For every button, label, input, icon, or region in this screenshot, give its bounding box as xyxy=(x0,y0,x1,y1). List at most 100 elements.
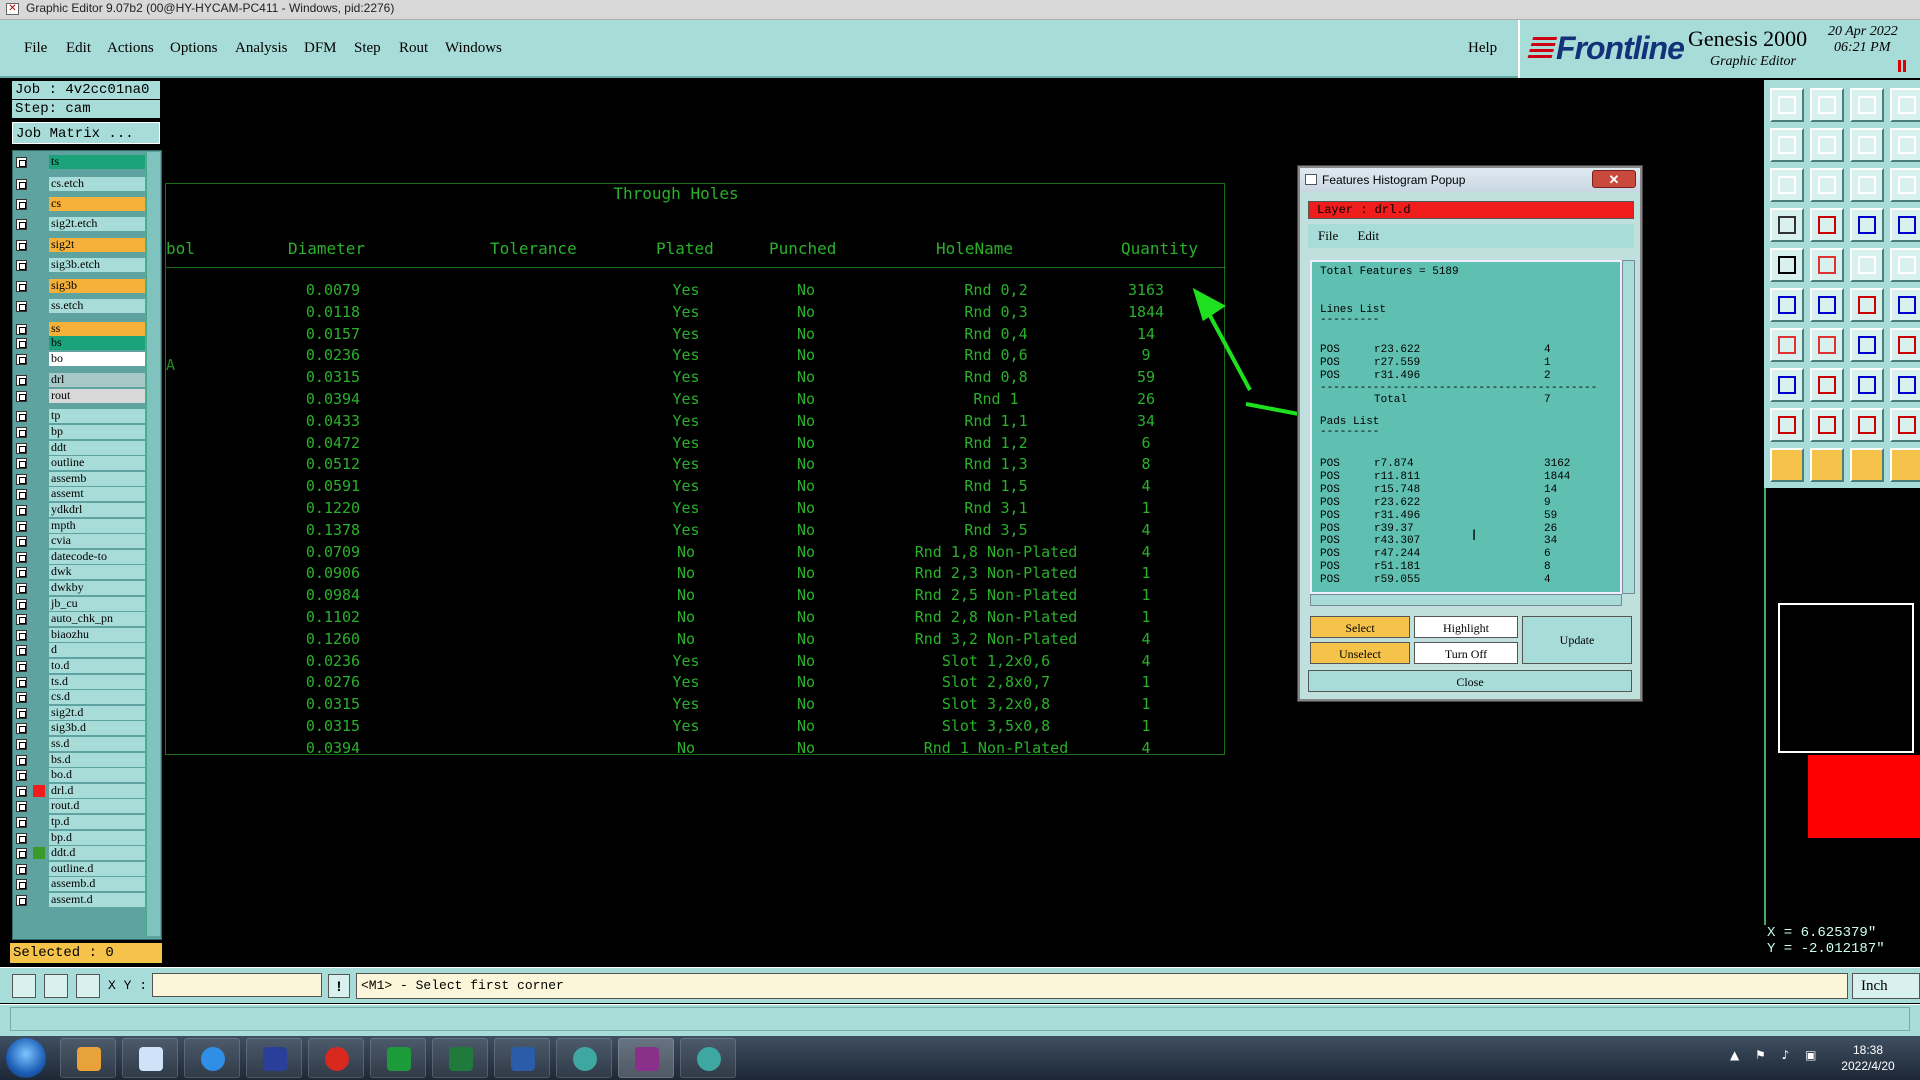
taskbar-app-messenger-icon[interactable] xyxy=(184,1038,240,1078)
tool-net-icon[interactable] xyxy=(1890,288,1920,322)
tool-pointer2-icon[interactable] xyxy=(1810,448,1844,482)
tool-pointer4-icon[interactable] xyxy=(1890,448,1920,482)
tool-glyph-icon xyxy=(1858,376,1876,394)
tool-icon-a[interactable] xyxy=(1770,88,1804,122)
taskbar-app-red-icon[interactable] xyxy=(308,1038,364,1078)
tool-icon-d[interactable] xyxy=(1890,88,1920,122)
tool-glyph-icon xyxy=(1778,96,1796,114)
histogram-vertical-scrollbar[interactable] xyxy=(1622,260,1635,594)
tool-glyph-icon xyxy=(1898,216,1916,234)
tool-pointer-icon[interactable] xyxy=(1770,448,1804,482)
tool-group-icon[interactable] xyxy=(1890,368,1920,402)
tool-node-icon[interactable] xyxy=(1770,288,1804,322)
select-button[interactable]: Select xyxy=(1310,616,1410,638)
arrow-to-table-line xyxy=(1206,311,1252,391)
tool-glyph-icon xyxy=(1898,416,1916,434)
popup-close-x-button[interactable]: ✕ xyxy=(1592,170,1636,188)
tool-dot-icon[interactable] xyxy=(1890,248,1920,282)
tool-camera-icon[interactable] xyxy=(1770,248,1804,282)
unselect-button[interactable]: Unselect xyxy=(1310,642,1410,664)
tool-snap-icon[interactable] xyxy=(1850,208,1884,242)
turn-off-button[interactable]: Turn Off xyxy=(1414,642,1518,664)
popup-menu-file[interactable]: File xyxy=(1318,228,1338,243)
tool-ruler-icon[interactable] xyxy=(1850,248,1884,282)
taskbar-app-excel-icon[interactable] xyxy=(432,1038,488,1078)
tool-pin-icon[interactable] xyxy=(1810,208,1844,242)
xy-input[interactable] xyxy=(152,973,322,997)
tool-icon-b[interactable] xyxy=(1810,88,1844,122)
tool-glyph-icon xyxy=(1778,416,1796,434)
taskbar-app-eye-icon[interactable] xyxy=(556,1038,612,1078)
tool-triangle-icon[interactable] xyxy=(1770,408,1804,442)
tool-cross-icon[interactable] xyxy=(1810,288,1844,322)
taskbar-app-save-icon[interactable] xyxy=(246,1038,302,1078)
taskbar-clock[interactable]: 18:38 2022/4/20 xyxy=(1820,1042,1916,1074)
taskbar-app-shell-icon[interactable] xyxy=(60,1038,116,1078)
line-entry: r23.622 xyxy=(1374,344,1421,356)
tool-line-icon[interactable] xyxy=(1810,368,1844,402)
tool-a-icon[interactable] xyxy=(1810,408,1844,442)
pad-entry: 9 xyxy=(1544,496,1551,509)
tool-help-icon[interactable] xyxy=(1890,168,1920,202)
start-button-icon[interactable] xyxy=(6,1038,46,1078)
features-histogram-popup: Features Histogram Popup ✕ Layer : drl.d… xyxy=(1298,166,1642,701)
tool-scale-icon[interactable] xyxy=(1850,168,1884,202)
xy-label: X Y : xyxy=(108,978,148,993)
pad-entry: POS xyxy=(1320,522,1340,535)
taskbar-app-notepad-icon[interactable] xyxy=(122,1038,178,1078)
execute-button[interactable]: ! xyxy=(328,974,350,998)
tool-align-icon[interactable] xyxy=(1850,368,1884,402)
tool-grid-icon[interactable] xyxy=(1890,208,1920,242)
lines-total-label: Total xyxy=(1374,394,1408,406)
units-selector[interactable]: Inch xyxy=(1852,973,1920,999)
update-button[interactable]: Update xyxy=(1522,616,1632,664)
tool-icon-c[interactable] xyxy=(1850,88,1884,122)
highlight-button[interactable]: Highlight xyxy=(1414,616,1518,638)
pad-entry: POS xyxy=(1320,470,1340,483)
tool-fit-icon[interactable] xyxy=(1770,168,1804,202)
close-button[interactable]: Close xyxy=(1308,670,1632,692)
taskbar-app-word-icon[interactable] xyxy=(494,1038,550,1078)
tool-eye-icon[interactable] xyxy=(1770,208,1804,242)
grid-tool-icon[interactable] xyxy=(76,974,100,998)
taskbar-app-eye2-icon[interactable] xyxy=(680,1038,736,1078)
popup-menu-edit[interactable]: Edit xyxy=(1357,228,1379,243)
tool-glyph-icon xyxy=(1778,256,1796,274)
tool-frame-icon[interactable] xyxy=(1890,328,1920,362)
taskbar-app-genesis-icon[interactable] xyxy=(618,1038,674,1078)
tool-peak-icon[interactable] xyxy=(1890,408,1920,442)
zoom-tool-icon[interactable] xyxy=(12,974,36,998)
tool-icon-f[interactable] xyxy=(1810,128,1844,162)
tool-curve-icon[interactable] xyxy=(1850,328,1884,362)
tool-glyph-icon xyxy=(1818,416,1836,434)
pad-entry: 4 xyxy=(1544,574,1551,587)
tool-glyph-icon xyxy=(1858,456,1876,474)
line-entry: POS xyxy=(1320,356,1340,369)
pad-entry: 3162 xyxy=(1544,458,1571,470)
pad-entry: r31.496 xyxy=(1374,509,1421,522)
tool-glyph-icon xyxy=(1858,256,1876,274)
tool-angle-icon[interactable] xyxy=(1770,328,1804,362)
taskbar-app-green-icon[interactable] xyxy=(370,1038,426,1078)
taskbar: ▲ ⚑ ♪ ▣ 18:38 2022/4/20 xyxy=(0,1036,1920,1080)
tool-layers-icon[interactable] xyxy=(1810,248,1844,282)
tool-glyph-icon xyxy=(1858,176,1876,194)
tool-link-icon[interactable] xyxy=(1850,288,1884,322)
tool-pointer3-icon[interactable] xyxy=(1850,448,1884,482)
tool-arch-icon[interactable] xyxy=(1850,408,1884,442)
tool-icon-e[interactable] xyxy=(1770,128,1804,162)
overview-frame[interactable] xyxy=(1778,603,1914,753)
tool-icon-h[interactable] xyxy=(1890,128,1920,162)
tool-glyph-icon xyxy=(1898,96,1916,114)
line-entry: r27.559 xyxy=(1374,356,1421,369)
histogram-horizontal-scrollbar[interactable] xyxy=(1310,594,1622,606)
tool-slash-icon[interactable] xyxy=(1810,328,1844,362)
tool-move-icon[interactable] xyxy=(1770,368,1804,402)
measure-tool-icon[interactable] xyxy=(44,974,68,998)
tool-icon-g[interactable] xyxy=(1850,128,1884,162)
pad-entry: 8 xyxy=(1544,561,1551,574)
tool-center-icon[interactable] xyxy=(1810,168,1844,202)
system-tray-icons[interactable]: ▲ ⚑ ♪ ▣ xyxy=(1730,1048,1822,1062)
tool-glyph-icon xyxy=(1898,136,1916,154)
tool-glyph-icon xyxy=(1778,216,1796,234)
